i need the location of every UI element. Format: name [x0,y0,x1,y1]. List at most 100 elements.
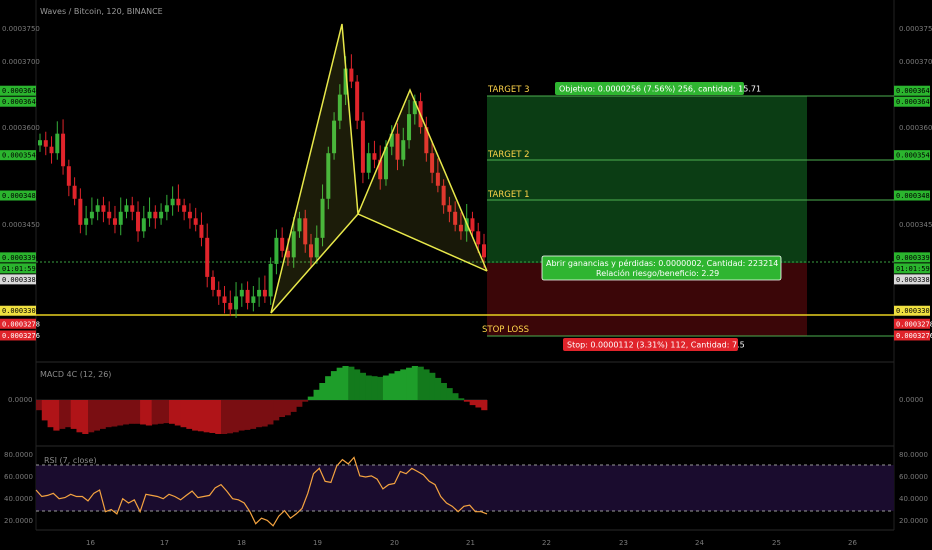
profit-zone [487,96,807,263]
price-tag-text: 0.0003388 [2,276,40,284]
macd-bar [296,400,303,407]
candle-body [366,153,371,173]
candle-body [164,205,169,212]
macd-bar [36,400,43,411]
candle-body [182,205,187,212]
price-tag-text: 01:01:59 [896,265,930,273]
candle-body [78,198,83,225]
candle-body [482,244,486,258]
macd-bar [475,400,482,408]
rsi-tick: 80.0000 [4,451,33,459]
candle-body [360,120,365,173]
pnl-box: Abrir ganancias y pérdidas: 0.0000002, C… [541,255,782,281]
macd-bar [417,366,424,400]
macd-bar [365,375,372,400]
macd-bar [59,400,66,429]
macd-bar [221,400,228,434]
candle-body [222,296,227,303]
macd-bar [145,400,153,426]
candle-body [187,211,192,219]
macd-bar [388,373,395,400]
rsi-tick: 40.0000 [4,495,33,503]
macd-bar [180,400,187,428]
price-tick-right: 0.0003600 [899,124,932,132]
macd-bar [440,383,447,400]
macd-bar [400,369,407,400]
macd-bar [47,400,54,428]
price-tag-text: 01:01:59 [2,265,36,273]
price-tag-text: 0.0003485 [2,192,40,200]
stop-box: Stop: 0.0000112 (3.31%) 112, Cantidad: 7… [563,338,745,351]
price-tag-text: 0.0003644 [896,98,932,106]
macd-bar [249,400,257,429]
time-tick: 18 [237,539,246,547]
price-tag-text: 0.0003278 [896,320,932,328]
macd-bar [76,400,83,433]
macd-zero-tick-right: 0.0000 [899,396,924,404]
candle-body [234,296,239,310]
macd-bar [278,400,286,417]
macd-bar [469,400,476,406]
candle-body [136,211,141,232]
candle-body [84,218,89,225]
candle-body [176,198,181,206]
candle-body [170,198,175,206]
time-tick: 16 [86,539,95,547]
macd-bar [330,371,338,400]
candle-body [372,153,377,160]
price-tag-text: 0.0003276 [2,332,40,340]
candle-body [257,289,262,297]
rsi-tick-right: 60.0000 [899,473,928,481]
price-tag-text: 0.0003644 [2,98,40,106]
candle-body [274,237,279,264]
macd-bar [140,400,147,425]
candle-body [95,205,100,212]
candle-body [239,289,244,297]
candle-body [101,205,106,212]
time-tick: 19 [313,539,322,547]
target-3-label: TARGET 3 [487,85,530,95]
price-tick: 0.0003700 [2,58,40,66]
macd-bar [203,400,210,433]
macd-bar [411,366,419,400]
candle-body [107,211,112,219]
price-tick-right: 0.0003450 [899,221,932,229]
price-tick-right: 0.0003750 [899,25,932,33]
chart-canvas[interactable]: Waves / Bitcoin, 120, BINANCE 0.0003750 … [0,0,932,550]
candle-body [89,211,94,219]
macd-bar [458,398,465,400]
candle-body [55,133,60,154]
rsi-tick: 20.0000 [4,517,33,525]
macd-bar [255,400,262,428]
macd-bar [41,400,48,421]
candle-body [159,211,164,219]
macd-bar [354,369,361,400]
time-tick: 21 [466,539,475,547]
candle-body [141,218,146,232]
price-tick: 0.0003600 [2,124,40,132]
candle-body [38,140,42,146]
candle-body [130,205,135,212]
macd-bar [290,400,297,412]
macd-bar [342,366,349,400]
stop-loss-label: STOP LOSS [482,325,529,335]
macd-bar [134,400,141,424]
candle-body [49,146,54,154]
candle-body [210,276,215,290]
rsi-tick-right: 80.0000 [899,451,928,459]
macd-bar [122,400,129,425]
macd-label: MACD 4C (12, 26) [40,370,111,379]
time-tick: 25 [772,539,781,547]
time-tick: 23 [619,539,628,547]
time-tick: 26 [848,539,857,547]
price-tag-text: 0.0003308 [896,307,932,315]
price-tick-right: 0.0003700 [899,58,932,66]
macd-bar [382,375,390,400]
price-tag-text: 0.0003388 [896,276,932,284]
macd-bar [168,400,176,424]
rsi-tick-right: 40.0000 [899,495,928,503]
macd-bar [163,400,170,424]
macd-bar [406,367,413,400]
macd-bar [319,383,326,400]
macd-bar [93,400,101,431]
